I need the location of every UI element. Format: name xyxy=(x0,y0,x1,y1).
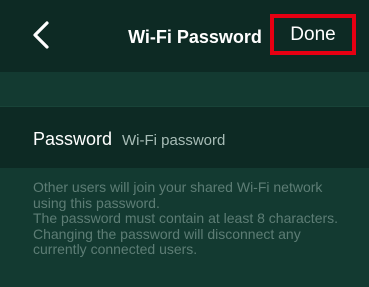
done-button[interactable]: Done xyxy=(270,14,356,55)
chevron-left-icon xyxy=(33,21,49,49)
help-text-disconnect: Changing the password will disconnect an… xyxy=(33,225,301,258)
help-text-length: The password must contain at least 8 cha… xyxy=(33,210,339,227)
navigation-bar: Wi-Fi Password Done xyxy=(0,0,369,72)
page-title: Wi-Fi Password xyxy=(128,27,262,47)
password-input[interactable] xyxy=(122,127,352,153)
password-label: Password xyxy=(33,129,113,149)
wifi-password-screen: Wi-Fi Password Done Password Other users… xyxy=(0,0,369,287)
help-text-join: Other users will join your shared Wi-Fi … xyxy=(33,179,323,211)
help-text-section: Other users will join your shared Wi-Fi … xyxy=(0,168,369,287)
section-spacer xyxy=(0,72,369,106)
back-button[interactable] xyxy=(30,20,54,50)
password-row: Password xyxy=(0,106,369,168)
